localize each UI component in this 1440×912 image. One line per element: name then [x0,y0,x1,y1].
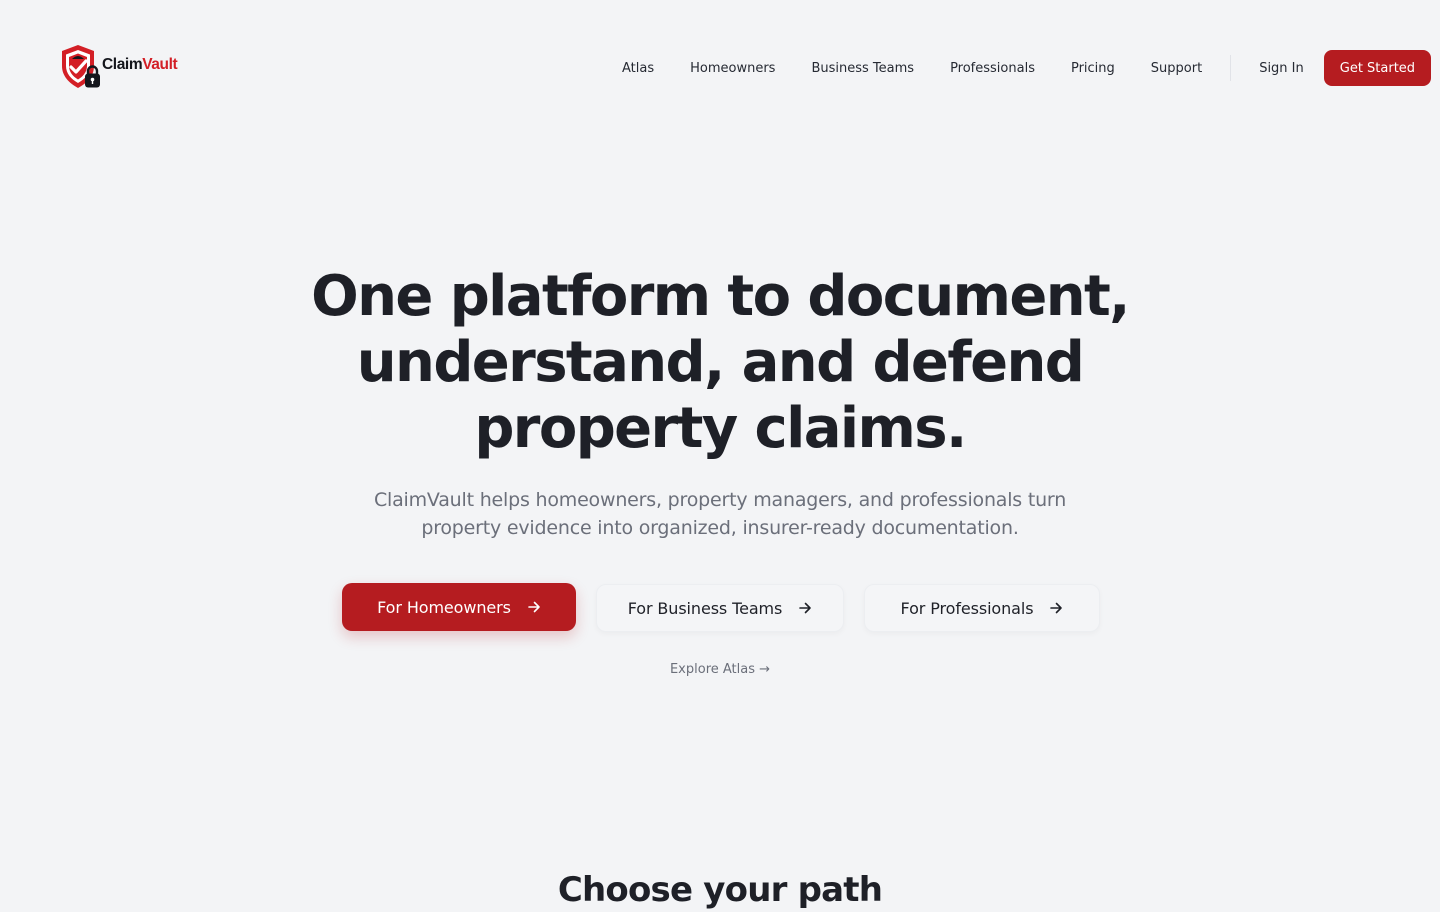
site-header: ClaimVault Atlas Homeowners Business Tea… [0,0,1440,136]
arrow-right-icon [1049,601,1063,615]
nav-link-pricing[interactable]: Pricing [1053,61,1133,76]
for-professionals-button[interactable]: For Professionals [864,584,1100,632]
arrow-right-icon [527,600,541,614]
hero-title-line-3: property claims. [474,396,967,461]
nav-link-support[interactable]: Support [1133,61,1220,76]
hero-subtitle-line-2: property evidence into organized, insure… [421,517,1019,539]
cta-group: For Homeowners For Business Teams For Pr… [0,583,1440,633]
nav-link-professionals[interactable]: Professionals [932,61,1053,76]
arrow-right-icon [798,601,812,615]
main-nav: Atlas Homeowners Business Teams Professi… [604,50,1432,86]
nav-link-business-teams[interactable]: Business Teams [793,61,932,76]
hero-title: One platform to document, understand, an… [240,264,1200,462]
for-business-teams-label: For Business Teams [627,598,783,618]
sign-in-link[interactable]: Sign In [1241,61,1324,76]
nav-divider [1230,55,1232,81]
hero-title-line-1: One platform to document, [311,264,1130,329]
hero-title-line-2: understand, and defend [356,330,1085,395]
brand-logo[interactable]: ClaimVault [58,42,178,92]
for-business-teams-button[interactable]: For Business Teams [596,584,844,632]
get-started-button[interactable]: Get Started [1323,50,1432,86]
nav-link-atlas[interactable]: Atlas [604,61,672,76]
nav-link-homeowners[interactable]: Homeowners [672,61,793,76]
explore-atlas-link[interactable]: Explore Atlas → [620,662,820,677]
shield-check-lock-icon [62,45,100,88]
for-homeowners-label: For Homeowners [377,597,511,617]
for-homeowners-button[interactable]: For Homeowners [342,583,576,631]
hero-subtitle-line-1: ClaimVault helps homeowners, property ma… [373,489,1067,511]
brand-name-vault: Vault [142,56,178,74]
section-title: Choose your path [557,870,883,910]
hero-subtitle: ClaimVault helps homeowners, property ma… [320,486,1120,542]
for-professionals-label: For Professionals [900,598,1034,618]
brand-name-claim: Claim [102,56,143,74]
brand-wordmark: ClaimVault [102,56,178,74]
